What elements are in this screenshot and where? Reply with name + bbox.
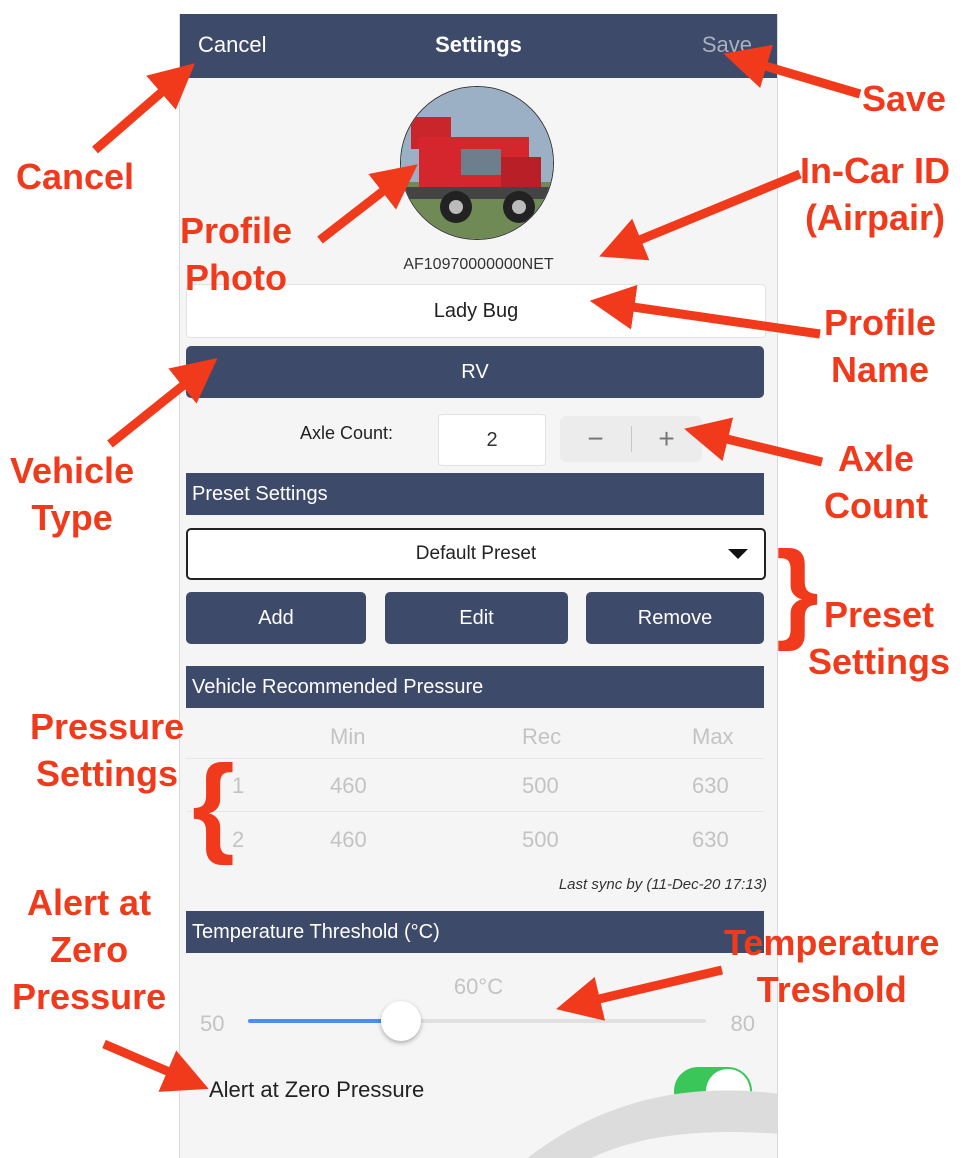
column-header-rec: Rec	[522, 724, 562, 749]
annotation-line: (Airpair)	[805, 196, 946, 238]
annotation-line: Profile	[180, 210, 293, 251]
annotation-alert-zero: Alert at Zero Pressure	[12, 880, 166, 1020]
annotation-line: Alert at	[27, 882, 152, 923]
slider-min-label: 50	[200, 1011, 225, 1036]
annotation-vehicle-type: Vehicle Type	[10, 448, 134, 542]
axle-stepper: − +	[560, 416, 702, 462]
annotation-profile-photo: Profile Photo	[180, 208, 292, 302]
watermark-logo-icon	[527, 1090, 777, 1158]
pressure-header: Vehicle Recommended Pressure	[186, 666, 764, 708]
column-header-max: Max	[692, 724, 734, 749]
preset-selected-value: Default Preset	[415, 543, 537, 564]
axle-count-field[interactable]: 2	[438, 414, 546, 466]
annotation-incar-id: In-Car ID (Airpair)	[800, 148, 950, 242]
vehicle-type-button[interactable]: RV	[186, 346, 764, 398]
slider-max-label: 80	[730, 1011, 755, 1036]
annotation-line: Temperature	[724, 922, 940, 963]
annotation-line: In-Car ID	[800, 150, 951, 191]
profile-photo[interactable]	[400, 86, 554, 240]
save-button[interactable]: Save	[702, 32, 752, 58]
temperature-header: Temperature Threshold (°C)	[186, 911, 764, 953]
annotation-line: Vehicle	[10, 450, 135, 491]
table-cell-max[interactable]: 630	[692, 827, 729, 853]
slider-thumb[interactable]	[380, 1001, 421, 1041]
truck-photo-icon	[401, 87, 553, 239]
annotation-line: Settings	[808, 640, 951, 682]
annotation-line: Name	[830, 348, 930, 390]
navbar: Cancel Settings Save	[180, 14, 777, 78]
annotation-profile-name: Profile Name	[824, 300, 936, 394]
slider-fill	[248, 1019, 401, 1023]
dropdown-caret-icon	[728, 549, 748, 559]
add-preset-button[interactable]: Add	[186, 592, 366, 644]
page-title: Settings	[435, 32, 522, 57]
column-header-min: Min	[330, 724, 366, 749]
annotation-line: Type	[31, 496, 113, 538]
phone-screen: Cancel Settings Save AF10970000000NET La…	[179, 14, 778, 1158]
row-divider	[186, 811, 764, 812]
annotation-line: Pressure	[12, 975, 167, 1017]
alert-zero-pressure-label: Alert at Zero Pressure	[209, 1077, 425, 1102]
edit-preset-button[interactable]: Edit	[385, 592, 568, 644]
annotation-preset-settings: Preset Settings	[808, 592, 950, 686]
temperature-slider[interactable]	[248, 1001, 706, 1041]
remove-preset-button[interactable]: Remove	[586, 592, 764, 644]
decrement-button[interactable]: −	[560, 416, 631, 462]
annotation-line: Axle	[837, 438, 914, 479]
increment-button[interactable]: +	[631, 416, 702, 462]
table-cell-max[interactable]: 630	[692, 773, 729, 799]
annotation-line: Settings	[36, 752, 179, 794]
arrow-alert-zero	[102, 1039, 209, 1092]
arrow-cancel	[92, 63, 195, 154]
table-cell-min[interactable]: 460	[330, 773, 367, 799]
annotation-save: Save	[862, 78, 947, 119]
annotation-line: Photo	[185, 256, 287, 298]
annotation-temperature: Temperature Treshold	[724, 920, 939, 1014]
annotation-line: Treshold	[756, 968, 907, 1010]
preset-settings-header: Preset Settings	[186, 473, 764, 515]
axle-count-label: Axle Count:	[300, 423, 394, 443]
last-sync-text: Last sync by (11-Dec-20 17:13)	[558, 876, 767, 893]
annotation-axle-count: Axle Count	[824, 436, 928, 530]
table-cell-rec[interactable]: 500	[522, 827, 559, 853]
annotation-pressure-settings: Pressure Settings	[30, 704, 184, 798]
annotation-line: Profile	[824, 302, 937, 343]
table-cell-min[interactable]: 460	[330, 827, 367, 853]
preset-dropdown[interactable]: Default Preset	[186, 528, 766, 580]
annotation-line: Preset	[823, 594, 935, 635]
annotation-line: Zero	[50, 928, 129, 970]
annotation-cancel: Cancel	[16, 156, 135, 197]
temperature-value: 60°C	[453, 974, 504, 999]
table-cell-rec[interactable]: 500	[522, 773, 559, 799]
preset-brace-icon: }	[776, 529, 819, 652]
pressure-brace-icon: {	[192, 743, 235, 866]
annotation-line: Count	[824, 484, 928, 526]
row-divider	[186, 758, 764, 759]
annotation-line: Pressure	[30, 706, 185, 747]
